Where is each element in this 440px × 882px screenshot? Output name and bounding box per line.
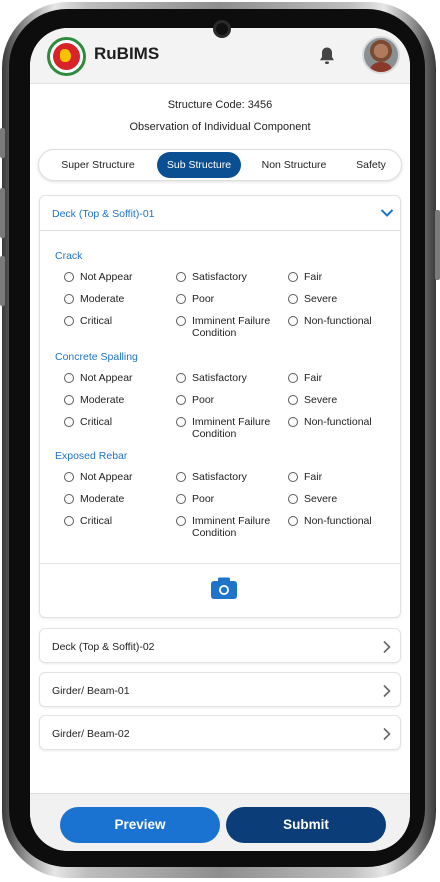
chevron-right-icon [383,640,391,654]
component-row[interactable]: Girder/ Beam-01 [39,672,401,707]
app-screen: RuBIMS Structure Code: 3456 Observation … [30,28,410,851]
radio-option[interactable]: Moderate [64,394,124,406]
radio-option[interactable]: Fair [288,271,322,283]
radio-option[interactable]: Critical [64,515,112,527]
radio-option[interactable]: Non-functional [288,315,372,327]
radio-option[interactable]: Poor [176,293,214,305]
camera-icon[interactable] [210,576,238,600]
radio-option[interactable]: Critical [64,315,112,327]
tab-non-structure[interactable]: Non Structure [249,152,339,178]
component-category-tabs: Super Structure Sub Structure Non Struct… [38,149,402,181]
divider [40,563,400,564]
radio-option[interactable]: Satisfactory [176,271,247,283]
phone-power-button [435,210,440,280]
radio-option[interactable]: Fair [288,372,322,384]
chevron-right-icon [383,727,391,741]
phone-side-button [0,128,5,158]
component-row-label: Girder/ Beam-01 [52,685,130,697]
component-title: Deck (Top & Soffit)-01 [52,208,155,220]
radio-option[interactable]: Poor [176,493,214,505]
app-logo [47,37,86,76]
tab-super-structure[interactable]: Super Structure [45,152,151,178]
radio-option[interactable]: Imminent Failure Condition [176,416,270,440]
component-panel-header[interactable]: Deck (Top & Soffit)-01 [40,196,400,231]
radio-option[interactable]: Severe [288,394,337,406]
bell-icon[interactable] [318,46,336,66]
component-panel-expanded: Deck (Top & Soffit)-01 Crack Not Appear … [39,195,401,618]
component-row[interactable]: Deck (Top & Soffit)-02 [39,628,401,663]
radio-option[interactable]: Poor [176,394,214,406]
radio-option[interactable]: Not Appear [64,271,133,283]
chevron-down-icon[interactable] [380,208,394,218]
radio-option[interactable]: Not Appear [64,471,133,483]
radio-option[interactable]: Moderate [64,493,124,505]
structure-code: Structure Code: 3456 [167,99,273,111]
submit-button[interactable]: Submit [226,807,386,843]
radio-option[interactable]: Satisfactory [176,471,247,483]
app-title: RuBIMS [94,44,160,63]
page-subtitle: Observation of Individual Component [129,121,311,133]
section-title-crack: Crack [55,250,83,262]
section-title-exposed-rebar: Exposed Rebar [55,450,128,462]
front-camera [213,20,231,38]
phone-side-button [0,256,5,306]
radio-option[interactable]: Imminent Failure Condition [176,315,270,339]
radio-option[interactable]: Non-functional [288,416,372,428]
component-row-label: Girder/ Beam-02 [52,728,130,740]
radio-option[interactable]: Not Appear [64,372,133,384]
radio-option[interactable]: Severe [288,493,337,505]
action-footer: Preview Submit [30,793,410,851]
radio-option[interactable]: Imminent Failure Condition [176,515,270,539]
chevron-right-icon [383,684,391,698]
radio-option[interactable]: Moderate [64,293,124,305]
component-row[interactable]: Girder/ Beam-02 [39,715,401,750]
tab-sub-structure[interactable]: Sub Structure [157,152,241,178]
section-title-concrete-spalling: Concrete Spalling [55,351,138,363]
preview-button[interactable]: Preview [60,807,220,843]
phone-side-button [0,188,5,238]
radio-option[interactable]: Fair [288,471,322,483]
component-row-label: Deck (Top & Soffit)-02 [52,641,155,653]
tab-safety[interactable]: Safety [345,152,397,178]
radio-option[interactable]: Non-functional [288,515,372,527]
radio-option[interactable]: Satisfactory [176,372,247,384]
radio-option[interactable]: Severe [288,293,337,305]
radio-option[interactable]: Critical [64,416,112,428]
user-avatar[interactable] [362,36,400,74]
